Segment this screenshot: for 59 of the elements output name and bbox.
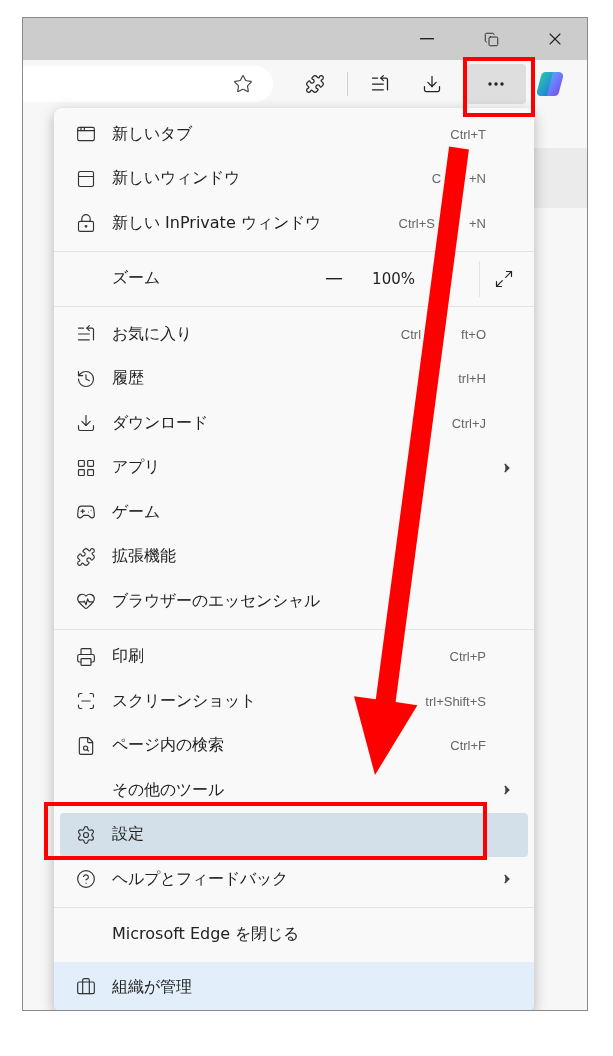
menu-item[interactable]: 新しいウィンドウ C +N [60, 156, 528, 201]
shortcut-text: trl+H [458, 371, 486, 387]
menu-item[interactable]: 履歴 trl+H [60, 356, 528, 401]
copilot-icon[interactable] [536, 69, 566, 99]
restore-icon [483, 31, 499, 47]
settings-icon [76, 824, 96, 845]
shortcut-text: C [431, 171, 441, 187]
minus-icon [326, 277, 343, 280]
fullscreen-button[interactable] [494, 268, 514, 289]
shortcut-text: Ctrl+S [398, 215, 435, 231]
shortcut-text: +N [469, 171, 486, 187]
shortcut-text: ft+O [461, 326, 486, 342]
briefcase-icon [76, 977, 96, 997]
download-icon [422, 74, 442, 94]
zoom-value: 100% [372, 269, 415, 288]
menu-item[interactable]: アプリ [60, 445, 528, 490]
expand-icon [494, 268, 514, 289]
printer-icon [76, 646, 96, 667]
menu-item[interactable]: Microsoft Edge を閉じる [60, 912, 528, 957]
menu-item[interactable]: ゲーム [60, 490, 528, 535]
shortcut-text: Ctrl+J [451, 415, 486, 431]
menu-item[interactable]: ブラウザーのエッセンシャル [60, 579, 528, 624]
menu-item[interactable]: 新しいタブ Ctrl+T [60, 112, 528, 157]
managed-label: 組織が管理 [112, 976, 192, 998]
zoom-label: ズーム [112, 268, 160, 290]
download-icon [76, 413, 96, 434]
more-button[interactable] [466, 64, 526, 104]
zoom-out-button[interactable] [326, 277, 343, 280]
star-icon[interactable] [233, 74, 253, 94]
screenshot-icon [76, 691, 96, 712]
puzzle-icon [305, 74, 325, 94]
history-icon [76, 368, 96, 389]
puzzle-icon [76, 546, 96, 567]
shortcut-text: Ctrl [400, 326, 422, 342]
shortcut-text: Ctrl+F [450, 738, 486, 754]
help-icon [76, 869, 96, 890]
private-window-icon [76, 213, 96, 234]
menu-item[interactable]: お気に入り Ctrl ft+O [60, 312, 528, 357]
menu-item[interactable]: ヘルプとフィードバック [60, 857, 528, 902]
menu-item[interactable]: 設定 [60, 812, 528, 857]
more-icon [488, 82, 504, 86]
shortcut-text: trl+Shift+S [425, 693, 486, 709]
shortcut-text: Ctrl+P [449, 649, 486, 665]
shortcut-text: +N [469, 215, 486, 231]
menu-item[interactable]: 拡張機能 [60, 534, 528, 579]
menu-item[interactable]: その他のツール [60, 768, 528, 813]
shortcut-text: Ctrl+T [450, 126, 486, 142]
heart-pulse-icon [76, 591, 96, 612]
menu-item[interactable]: ページ内の検索 Ctrl+F [60, 723, 528, 768]
menu-item[interactable]: 新しい InPrivate ウィンドウ Ctrl+S +N [60, 201, 528, 246]
menu-item[interactable]: スクリーンショット trl+Shift+S [60, 679, 528, 724]
find-icon [76, 735, 96, 756]
managed-banner[interactable]: 組織が管理 [54, 962, 534, 1010]
window-icon [76, 168, 96, 189]
menu-item[interactable]: 印刷 Ctrl+P [60, 634, 528, 679]
apps-icon [76, 457, 96, 478]
minimize-icon [420, 38, 434, 40]
menu-item[interactable]: ダウンロード Ctrl+J [60, 401, 528, 446]
highlight-frame [463, 57, 535, 117]
